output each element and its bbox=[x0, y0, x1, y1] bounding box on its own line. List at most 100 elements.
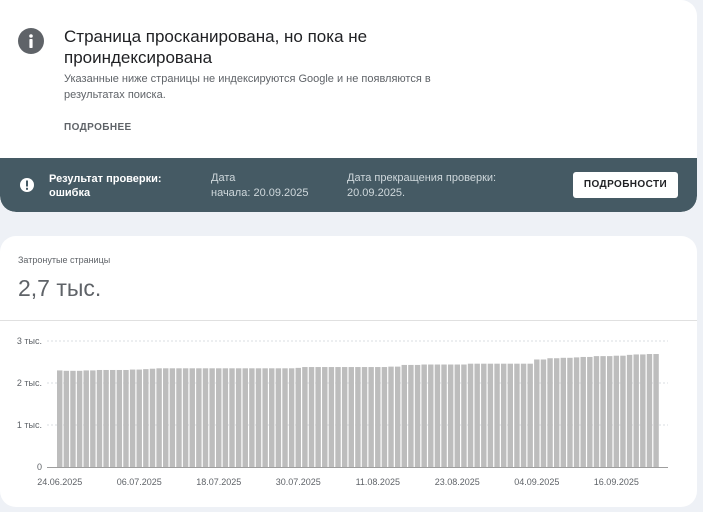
chart-bar[interactable] bbox=[129, 369, 136, 467]
chart-bar[interactable] bbox=[434, 364, 441, 467]
chart-bar[interactable] bbox=[70, 370, 76, 467]
chart-bar[interactable] bbox=[196, 368, 202, 467]
chart-bar[interactable] bbox=[235, 368, 242, 467]
chart-bar[interactable] bbox=[540, 359, 547, 467]
chart-bar[interactable] bbox=[103, 369, 109, 467]
chart-bar[interactable] bbox=[593, 356, 600, 467]
x-tick-label: 16.09.2025 bbox=[594, 477, 639, 487]
chart-bar[interactable] bbox=[96, 369, 103, 467]
chart-bar[interactable] bbox=[633, 354, 639, 467]
chart-bar[interactable] bbox=[467, 363, 474, 467]
chart-bar[interactable] bbox=[534, 359, 540, 467]
chart-bar[interactable] bbox=[116, 369, 123, 467]
chart-bar[interactable] bbox=[182, 368, 189, 467]
chart-bar[interactable] bbox=[640, 354, 646, 467]
chart-bar[interactable] bbox=[560, 357, 567, 467]
chart-bar[interactable] bbox=[388, 366, 394, 467]
issue-title: Страница просканирована, но пока не прои… bbox=[64, 27, 368, 67]
chart-bar[interactable] bbox=[494, 363, 500, 467]
chart-bar[interactable] bbox=[90, 370, 96, 467]
chart-bar[interactable] bbox=[209, 368, 215, 467]
chart-bar[interactable] bbox=[421, 364, 427, 467]
chart-bar[interactable] bbox=[202, 368, 209, 467]
chart-bar[interactable] bbox=[441, 364, 447, 467]
chart-bar[interactable] bbox=[646, 354, 653, 467]
chart-bar[interactable] bbox=[474, 363, 480, 467]
chart-bar[interactable] bbox=[269, 368, 275, 467]
chart-bar[interactable] bbox=[123, 369, 129, 467]
chart-bar[interactable] bbox=[242, 368, 248, 467]
chart-bar[interactable] bbox=[626, 354, 633, 467]
chart-bar[interactable] bbox=[222, 368, 229, 467]
chart-bar[interactable] bbox=[163, 368, 169, 467]
validation-end-label: Дата прекращения проверки: bbox=[347, 172, 497, 184]
chart-bar[interactable] bbox=[83, 370, 89, 467]
chart-bar[interactable] bbox=[110, 369, 116, 467]
chart-bar[interactable] bbox=[553, 358, 560, 467]
chart-bar[interactable] bbox=[149, 368, 156, 467]
chart-bar[interactable] bbox=[335, 367, 341, 467]
chart-bar[interactable] bbox=[527, 363, 533, 467]
chart-bar[interactable] bbox=[361, 367, 368, 467]
chart-bar[interactable] bbox=[282, 368, 288, 467]
chart-bar[interactable] bbox=[229, 368, 235, 467]
chart-bar[interactable] bbox=[408, 364, 414, 467]
chart-bar[interactable] bbox=[567, 357, 573, 467]
chart-bar[interactable] bbox=[447, 364, 454, 467]
chart-bar[interactable] bbox=[606, 356, 613, 467]
chart-bar[interactable] bbox=[454, 364, 461, 467]
chart-bar[interactable] bbox=[368, 367, 374, 467]
chart-bar[interactable] bbox=[481, 363, 487, 467]
chart-bar[interactable] bbox=[341, 367, 348, 467]
learn-more-link[interactable]: ПОДРОБНЕЕ bbox=[64, 122, 132, 133]
x-tick-label: 23.08.2025 bbox=[435, 477, 480, 487]
chart-bar[interactable] bbox=[308, 367, 315, 467]
chart-bar[interactable] bbox=[507, 363, 514, 467]
chart-bar[interactable] bbox=[461, 364, 467, 467]
chart-bar[interactable] bbox=[315, 367, 321, 467]
chart-bar[interactable] bbox=[302, 367, 308, 467]
chart-bar[interactable] bbox=[57, 370, 63, 467]
chart-bar[interactable] bbox=[600, 356, 606, 467]
chart-bar[interactable] bbox=[63, 370, 70, 467]
chart-bar[interactable] bbox=[514, 363, 520, 467]
chart-bar[interactable] bbox=[169, 368, 176, 467]
chart-bar[interactable] bbox=[295, 367, 301, 467]
chart-bar[interactable] bbox=[613, 355, 620, 467]
chart-bar[interactable] bbox=[580, 356, 586, 467]
chart-bar[interactable] bbox=[288, 368, 295, 467]
chart-bar[interactable] bbox=[275, 368, 282, 467]
chart-bar[interactable] bbox=[322, 367, 328, 467]
chart-bar[interactable] bbox=[156, 368, 162, 467]
chart-bar[interactable] bbox=[587, 356, 593, 467]
chart-bar[interactable] bbox=[428, 364, 434, 467]
chart-bar[interactable] bbox=[375, 367, 381, 467]
chart-bar[interactable] bbox=[262, 368, 268, 467]
chart-bar[interactable] bbox=[348, 367, 354, 467]
validation-start-date: Дата начала: 20.09.2025 bbox=[211, 171, 331, 201]
chart-bar[interactable] bbox=[500, 363, 507, 467]
chart-bar[interactable] bbox=[143, 369, 149, 467]
chart-bar[interactable] bbox=[401, 364, 407, 467]
chart-bar[interactable] bbox=[520, 363, 527, 467]
chart-bar[interactable] bbox=[76, 370, 83, 467]
chart-bar[interactable] bbox=[414, 364, 421, 467]
chart-bar[interactable] bbox=[136, 369, 142, 467]
chart-bar[interactable] bbox=[249, 368, 255, 467]
chart-bar[interactable] bbox=[328, 367, 335, 467]
x-tick-label: 18.07.2025 bbox=[196, 477, 241, 487]
validation-status-bar: Результат проверки: ошибка Дата начала: … bbox=[0, 158, 697, 212]
chart-bar[interactable] bbox=[573, 357, 580, 467]
chart-bar[interactable] bbox=[547, 358, 553, 467]
chart-bar[interactable] bbox=[394, 366, 401, 467]
chart-bar[interactable] bbox=[487, 363, 494, 467]
chart-bar[interactable] bbox=[189, 368, 195, 467]
chart-bar[interactable] bbox=[381, 367, 388, 467]
chart-bar[interactable] bbox=[653, 354, 659, 467]
chart-bar[interactable] bbox=[255, 368, 262, 467]
chart-bar[interactable] bbox=[620, 355, 626, 467]
details-button[interactable]: ПОДРОБНОСТИ bbox=[573, 172, 678, 198]
chart-bar[interactable] bbox=[355, 367, 361, 467]
chart-bar[interactable] bbox=[216, 368, 222, 467]
chart-bar[interactable] bbox=[176, 368, 182, 467]
